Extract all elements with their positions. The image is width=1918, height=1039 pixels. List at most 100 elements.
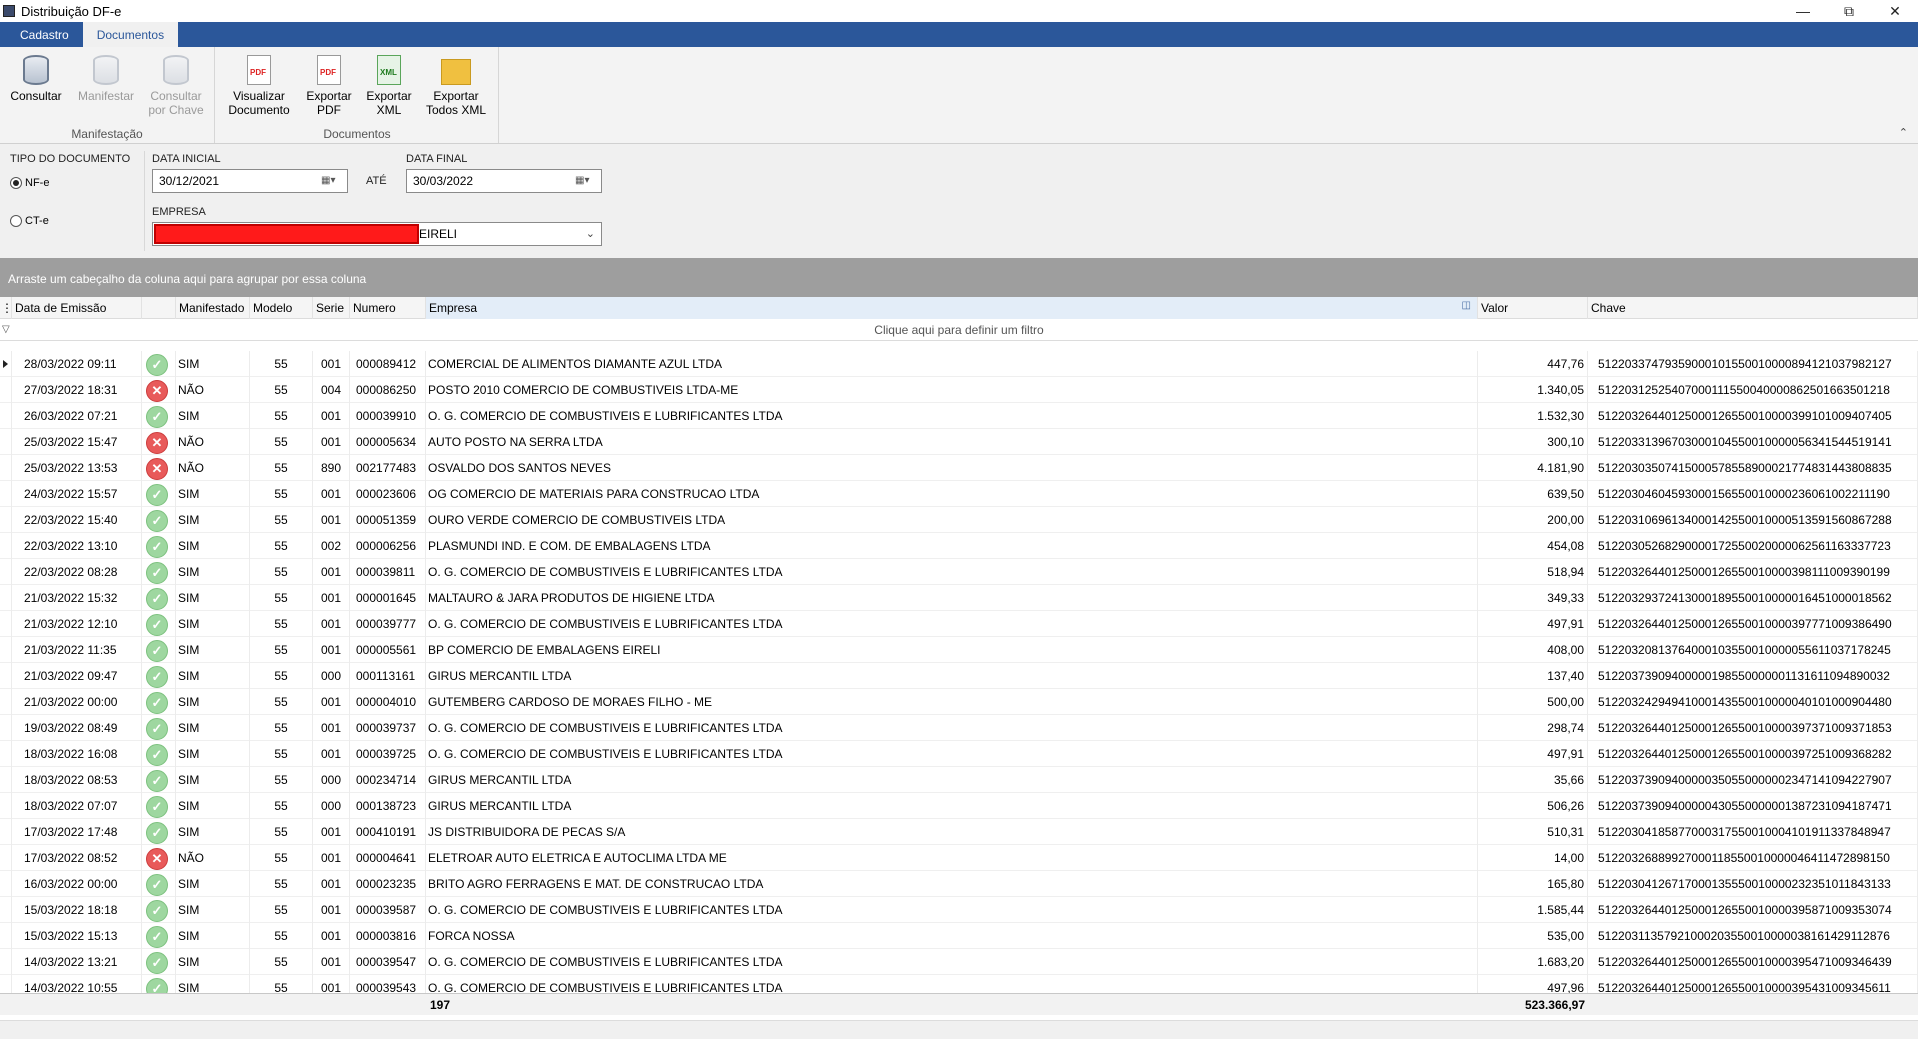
row-indicator [0, 767, 12, 793]
data-final-field[interactable]: 30/03/2022 ▦▾ [406, 169, 602, 193]
table-row[interactable]: 22/03/2022 08:28 ✓ SIM 55 001 000039811 O. G. … [0, 559, 1918, 585]
filter-icon[interactable]: ◫ [1462, 300, 1471, 311]
table-row[interactable]: 21/03/2022 09:47 ✓ SIM 55 000 000113161 GIRUS … [0, 663, 1918, 689]
chevron-down-icon[interactable]: ⌄ [586, 227, 595, 240]
check-circle-icon: ✓ [146, 484, 168, 506]
cell-status: ✓ [142, 819, 176, 845]
table-row[interactable]: 18/03/2022 07:07 ✓ SIM 55 000 000138723 GIRUS … [0, 793, 1918, 819]
data-inicial-field[interactable]: 30/12/2021 ▦▾ [152, 169, 348, 193]
filter-row[interactable]: ▽ Clique aqui para definir um filtro [0, 319, 1918, 341]
tab-documentos[interactable]: Documentos [82, 22, 179, 47]
check-circle-icon: ✓ [146, 900, 168, 922]
row-indicator [0, 793, 12, 819]
cell-manifestado: SIM [176, 689, 250, 715]
cell-manifestado: SIM [176, 611, 250, 637]
column-valor[interactable]: Valor [1478, 297, 1588, 319]
cell-empresa: O. G. COMERCIO DE COMBUSTIVEIS E LUBRIFI… [426, 611, 1478, 637]
table-row[interactable]: 15/03/2022 15:13 ✓ SIM 55 001 000003816 FORCA … [0, 923, 1918, 949]
table-row[interactable]: 21/03/2022 11:35 ✓ SIM 55 001 000005561 BP COM… [0, 637, 1918, 663]
radio-nfe[interactable]: NF-e [10, 177, 49, 189]
table-row[interactable]: 18/03/2022 16:08 ✓ SIM 55 001 000039725 O. G. … [0, 741, 1918, 767]
consultar-chave-label-2: por Chave [148, 103, 204, 117]
table-row[interactable]: 24/03/2022 15:57 ✓ SIM 55 001 000023606 OG COM… [0, 481, 1918, 507]
manifestar-button[interactable]: Manifestar [73, 55, 139, 103]
column-chave[interactable]: Chave [1588, 297, 1918, 319]
group-by-panel[interactable]: Arraste um cabeçalho da coluna aqui para… [0, 258, 1918, 297]
restore-icon[interactable]: ⧉ [1826, 0, 1872, 22]
column-serie[interactable]: Serie [313, 297, 350, 319]
cell-manifestado: SIM [176, 585, 250, 611]
cell-empresa: POSTO 2010 COMERCIO DE COMBUSTIVEIS LTDA… [426, 377, 1478, 403]
table-row[interactable]: 17/03/2022 08:52 ✕ NÃO 55 001 000004641 ELETRO… [0, 845, 1918, 871]
consultar-por-chave-button[interactable]: Consultar por Chave [143, 55, 209, 117]
cell-modelo: 55 [250, 351, 313, 377]
table-row[interactable]: 21/03/2022 15:32 ✓ SIM 55 001 000001645 MALTAU… [0, 585, 1918, 611]
table-row[interactable]: 15/03/2022 18:18 ✓ SIM 55 001 000039587 O. G. … [0, 897, 1918, 923]
table-row[interactable]: 21/03/2022 00:00 ✓ SIM 55 001 000004010 GUTEMB… [0, 689, 1918, 715]
x-circle-icon: ✕ [146, 458, 168, 480]
cell-empresa: GIRUS MERCANTIL LTDA [426, 793, 1478, 819]
cell-data-emissao: 28/03/2022 09:11 [12, 351, 142, 377]
cell-serie: 001 [313, 845, 350, 871]
cell-data-emissao: 26/03/2022 07:21 [12, 403, 142, 429]
column-data-emissao[interactable]: Data de Emissão [12, 297, 142, 319]
cell-serie: 001 [313, 481, 350, 507]
table-row[interactable]: 16/03/2022 00:00 ✓ SIM 55 001 000023235 BRITO … [0, 871, 1918, 897]
cell-status: ✓ [142, 741, 176, 767]
close-icon[interactable]: ✕ [1872, 0, 1918, 22]
table-row[interactable]: 22/03/2022 15:40 ✓ SIM 55 001 000051359 OURO V… [0, 507, 1918, 533]
table-row[interactable]: 22/03/2022 13:10 ✓ SIM 55 002 000006256 PLASMU… [0, 533, 1918, 559]
table-row[interactable]: 14/03/2022 13:21 ✓ SIM 55 001 000039547 O. G. … [0, 949, 1918, 975]
column-modelo[interactable]: Modelo [250, 297, 313, 319]
empresa-select[interactable]: EIRELI ⌄ [152, 222, 602, 246]
exportar-xml-button[interactable]: Exportar XML [356, 55, 422, 117]
column-status[interactable] [142, 297, 176, 319]
cell-valor: 298,74 [1478, 715, 1588, 741]
table-row[interactable]: 25/03/2022 15:47 ✕ NÃO 55 001 000005634 AUTO P… [0, 429, 1918, 455]
cell-chave: 5122037390940000019855000000113161109489… [1588, 663, 1918, 689]
calendar-dropdown-icon[interactable]: ▦▾ [575, 175, 595, 187]
exportar-todos-xml-button[interactable]: Exportar Todos XML [423, 55, 489, 117]
cell-status: ✓ [142, 715, 176, 741]
cell-status: ✓ [142, 923, 176, 949]
cell-numero: 000023235 [350, 871, 426, 897]
consultar-button[interactable]: Consultar [3, 55, 69, 103]
minimize-icon[interactable]: — [1780, 0, 1826, 22]
cell-manifestado: NÃO [176, 429, 250, 455]
calendar-dropdown-icon[interactable]: ▦▾ [321, 175, 341, 187]
cell-serie: 001 [313, 897, 350, 923]
table-row[interactable]: 25/03/2022 13:53 ✕ NÃO 55 890 002177483 OSVALD… [0, 455, 1918, 481]
cell-chave: 5122032688992700011855001000004641147289… [1588, 845, 1918, 871]
table-row[interactable]: 27/03/2022 18:31 ✕ NÃO 55 004 000086250 POSTO … [0, 377, 1918, 403]
column-manifestado[interactable]: Manifestado [176, 297, 250, 319]
cell-data-emissao: 21/03/2022 12:10 [12, 611, 142, 637]
column-empresa[interactable]: Empresa ◫ [426, 297, 1478, 319]
radio-cte[interactable]: CT-e [10, 215, 49, 227]
table-row[interactable]: 28/03/2022 09:11 ✓ SIM 55 001 000089412 COMERC… [0, 351, 1918, 377]
cell-empresa: O. G. COMERCIO DE COMBUSTIVEIS E LUBRIFI… [426, 559, 1478, 585]
empresa-value: EIRELI [419, 227, 458, 241]
check-circle-icon: ✓ [146, 718, 168, 740]
column-chooser-icon[interactable]: ⋮ [0, 297, 13, 319]
manifestar-label: Manifestar [77, 89, 135, 103]
cell-chave: 5122032644012500012655001000039725100936… [1588, 741, 1918, 767]
table-row[interactable]: 26/03/2022 07:21 ✓ SIM 55 001 000039910 O. G. … [0, 403, 1918, 429]
collapse-ribbon-icon[interactable]: ⌃ [1899, 126, 1908, 139]
column-numero[interactable]: Numero [350, 297, 426, 319]
cell-chave: 5122031252540700011155004000086250166350… [1588, 377, 1918, 403]
cell-serie: 001 [313, 403, 350, 429]
cell-numero: 000089412 [350, 351, 426, 377]
visualizar-documento-button[interactable]: Visualizar Documento [226, 55, 292, 117]
pdf-document-icon [247, 55, 271, 85]
cell-serie: 001 [313, 689, 350, 715]
divider [144, 151, 145, 251]
table-row[interactable]: 19/03/2022 08:49 ✓ SIM 55 001 000039737 O. G. … [0, 715, 1918, 741]
table-row[interactable]: 18/03/2022 08:53 ✓ SIM 55 000 000234714 GIRUS … [0, 767, 1918, 793]
tab-cadastro[interactable]: Cadastro [6, 22, 83, 47]
cell-serie: 001 [313, 637, 350, 663]
exportar-pdf-button[interactable]: Exportar PDF [296, 55, 362, 117]
table-row[interactable]: 17/03/2022 17:48 ✓ SIM 55 001 000410191 JS DIS… [0, 819, 1918, 845]
data-final-value: 30/03/2022 [413, 174, 474, 188]
cell-manifestado: SIM [176, 897, 250, 923]
table-row[interactable]: 21/03/2022 12:10 ✓ SIM 55 001 000039777 O. G. … [0, 611, 1918, 637]
